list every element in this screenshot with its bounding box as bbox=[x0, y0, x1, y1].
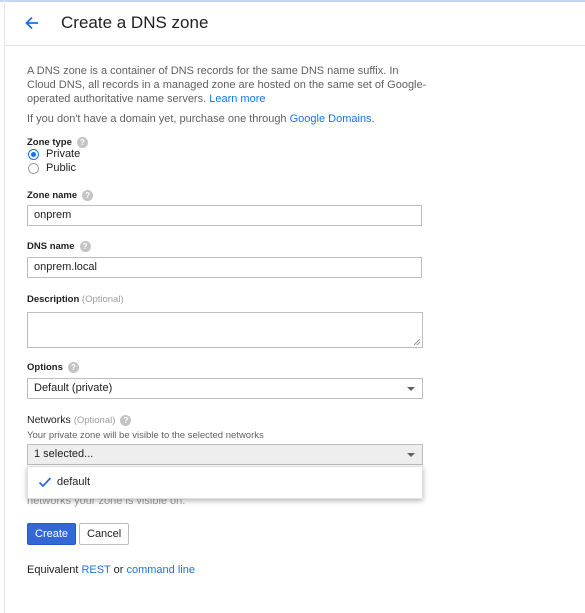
zone-type-label-text: Zone type bbox=[27, 137, 72, 149]
networks-dropdown: default bbox=[27, 466, 423, 499]
dns-name-input[interactable]: onprem.local bbox=[27, 257, 422, 278]
network-option-label: default bbox=[57, 476, 91, 488]
page-header: Create a DNS zone bbox=[5, 2, 585, 46]
description-textarea[interactable] bbox=[27, 312, 423, 348]
description-optional: (Optional) bbox=[81, 294, 124, 305]
options-select[interactable]: Default (private) bbox=[27, 378, 423, 399]
description-label: Description (Optional) bbox=[27, 294, 124, 305]
command-line-link[interactable]: command line bbox=[126, 564, 194, 576]
domain-hint: If you don't have a domain yet, purchase… bbox=[27, 113, 375, 125]
page-title: Create a DNS zone bbox=[61, 13, 209, 32]
resize-handle[interactable] bbox=[414, 339, 420, 345]
equivalent-prefix: Equivalent bbox=[27, 564, 79, 576]
left-border bbox=[4, 0, 5, 613]
options-label: Options? bbox=[27, 362, 79, 373]
learn-more-link[interactable]: Learn more bbox=[209, 93, 265, 105]
equivalent-or: or bbox=[113, 564, 124, 576]
help-icon[interactable]: ? bbox=[120, 414, 132, 426]
radio-public-label: Public bbox=[46, 162, 76, 174]
networks-select[interactable]: 1 selected... bbox=[27, 444, 423, 465]
intro-text: A DNS zone is a container of DNS records… bbox=[27, 64, 427, 106]
radio-private-label: Private bbox=[46, 148, 81, 160]
help-icon[interactable]: ? bbox=[76, 137, 88, 148]
check-icon bbox=[38, 477, 52, 488]
options-select-value: Default (private) bbox=[34, 382, 113, 394]
zone-name-label: Zone name? bbox=[27, 190, 94, 202]
dropdown-caret-icon bbox=[407, 453, 415, 457]
zone-name-label-text: Zone name bbox=[27, 190, 78, 202]
cancel-button[interactable]: Cancel bbox=[79, 523, 130, 545]
zone-type-label: Zone type? bbox=[27, 137, 88, 148]
help-icon[interactable]: ? bbox=[82, 190, 94, 201]
back-button[interactable] bbox=[22, 13, 42, 33]
radio-public-button[interactable] bbox=[28, 162, 39, 174]
networks-label-text: Networks bbox=[27, 414, 71, 426]
networks-hint: Your private zone will be visible to the… bbox=[27, 430, 264, 441]
networks-select-value: 1 selected... bbox=[34, 448, 94, 460]
domain-hint-end: . bbox=[371, 113, 375, 125]
radio-public[interactable]: Public bbox=[28, 162, 76, 174]
arrow-left-icon bbox=[25, 16, 38, 30]
equivalent-footer: Equivalent REST or command line bbox=[27, 564, 195, 576]
dns-name-label-text: DNS name bbox=[27, 241, 75, 253]
radio-private[interactable]: Private bbox=[28, 148, 80, 160]
description-label-text: Description bbox=[27, 294, 80, 305]
rest-link[interactable]: REST bbox=[81, 564, 110, 576]
radio-private-button[interactable] bbox=[28, 148, 39, 160]
help-icon[interactable]: ? bbox=[79, 241, 91, 252]
dropdown-caret-icon bbox=[407, 387, 415, 391]
help-icon[interactable]: ? bbox=[67, 362, 79, 373]
options-label-text: Options bbox=[27, 362, 63, 374]
dns-name-label: DNS name? bbox=[27, 241, 91, 252]
domain-hint-text: If you don't have a domain yet, purchase… bbox=[27, 113, 287, 125]
create-button[interactable]: Create bbox=[27, 523, 77, 545]
network-option-default[interactable]: default bbox=[38, 475, 90, 489]
networks-label: Networks (Optional)? bbox=[27, 414, 132, 426]
google-domains-link[interactable]: Google Domains bbox=[290, 113, 372, 125]
zone-name-input[interactable]: onprem bbox=[27, 205, 422, 226]
networks-optional: (Optional) bbox=[73, 415, 116, 426]
